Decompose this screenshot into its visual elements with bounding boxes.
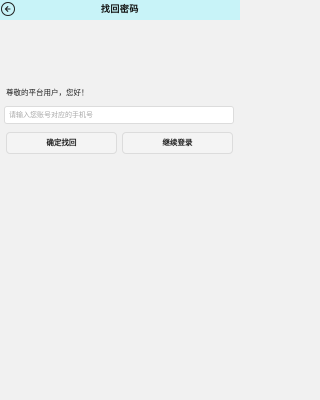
continue-login-button[interactable]: 继续登录 <box>122 132 233 154</box>
greeting-text: 尊敬的平台用户，您好！ <box>6 88 89 97</box>
phone-number-input[interactable] <box>4 106 234 124</box>
header-bar: 找回密码 <box>0 0 240 20</box>
confirm-recover-button[interactable]: 确定找回 <box>6 132 117 154</box>
page-title: 找回密码 <box>100 5 139 15</box>
